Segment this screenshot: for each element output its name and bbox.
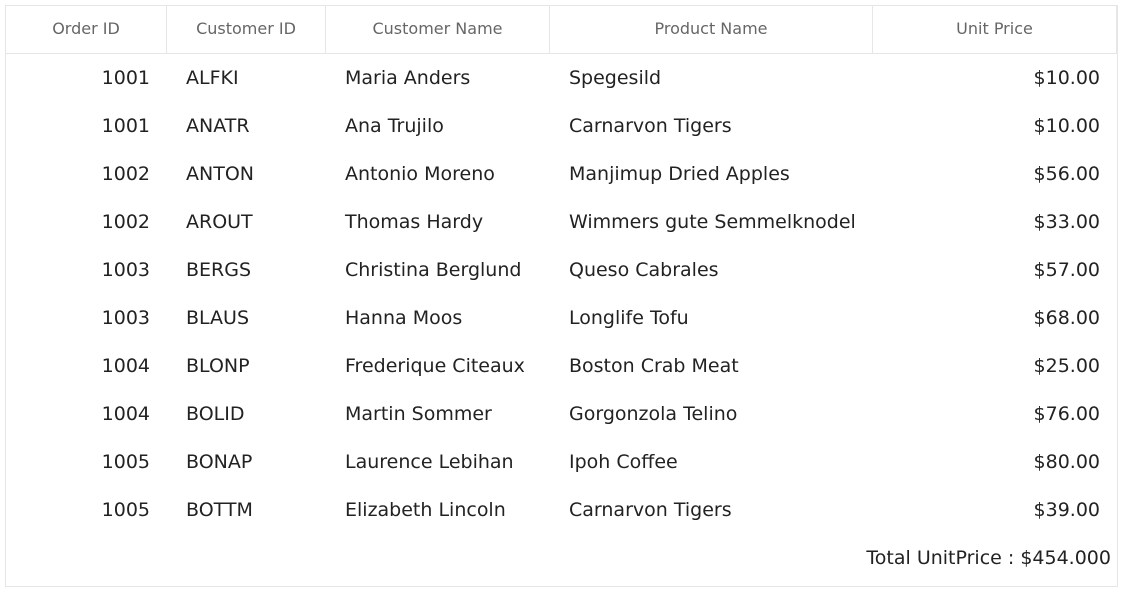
unit-price-cell[interactable]: $68.00 bbox=[873, 294, 1117, 342]
unit-price-cell[interactable]: $39.00 bbox=[873, 486, 1117, 534]
customer-id-cell[interactable]: ALFKI bbox=[167, 54, 326, 102]
grid-header: Order ID Customer ID Customer Name Produ… bbox=[6, 6, 1117, 54]
table-row[interactable]: 1005 BONAP Laurence Lebihan Ipoh Coffee … bbox=[6, 438, 1117, 486]
column-header-product-name[interactable]: Product Name bbox=[550, 6, 873, 53]
product-name-cell[interactable]: Wimmers gute Semmelknodel bbox=[550, 198, 873, 246]
customer-id-cell[interactable]: BLAUS bbox=[167, 294, 326, 342]
column-header-order-id[interactable]: Order ID bbox=[6, 6, 167, 53]
table-row[interactable]: 1002 ANTON Antonio Moreno Manjimup Dried… bbox=[6, 150, 1117, 198]
customer-name-cell[interactable]: Hanna Moos bbox=[326, 294, 550, 342]
order-id-cell[interactable]: 1005 bbox=[6, 438, 167, 486]
table-row[interactable]: 1003 BLAUS Hanna Moos Longlife Tofu $68.… bbox=[6, 294, 1117, 342]
table-row[interactable]: 1001 ALFKI Maria Anders Spegesild $10.00 bbox=[6, 54, 1117, 102]
grid-body: 1001 ALFKI Maria Anders Spegesild $10.00… bbox=[6, 54, 1117, 534]
unit-price-cell[interactable]: $76.00 bbox=[873, 390, 1117, 438]
order-id-cell[interactable]: 1004 bbox=[6, 342, 167, 390]
customer-name-cell[interactable]: Frederique Citeaux bbox=[326, 342, 550, 390]
product-name-cell[interactable]: Manjimup Dried Apples bbox=[550, 150, 873, 198]
order-id-cell[interactable]: 1002 bbox=[6, 198, 167, 246]
customer-name-cell[interactable]: Christina Berglund bbox=[326, 246, 550, 294]
order-id-cell[interactable]: 1001 bbox=[6, 54, 167, 102]
order-id-cell[interactable]: 1003 bbox=[6, 246, 167, 294]
customer-name-cell[interactable]: Laurence Lebihan bbox=[326, 438, 550, 486]
customer-id-cell[interactable]: BOLID bbox=[167, 390, 326, 438]
customer-name-cell[interactable]: Elizabeth Lincoln bbox=[326, 486, 550, 534]
product-name-cell[interactable]: Ipoh Coffee bbox=[550, 438, 873, 486]
unit-price-cell[interactable]: $33.00 bbox=[873, 198, 1117, 246]
customer-id-cell[interactable]: ANATR bbox=[167, 102, 326, 150]
unit-price-cell[interactable]: $10.00 bbox=[873, 54, 1117, 102]
customer-id-cell[interactable]: BONAP bbox=[167, 438, 326, 486]
order-id-cell[interactable]: 1002 bbox=[6, 150, 167, 198]
product-name-cell[interactable]: Longlife Tofu bbox=[550, 294, 873, 342]
table-row[interactable]: 1003 BERGS Christina Berglund Queso Cabr… bbox=[6, 246, 1117, 294]
product-name-cell[interactable]: Boston Crab Meat bbox=[550, 342, 873, 390]
customer-id-cell[interactable]: BERGS bbox=[167, 246, 326, 294]
data-grid: Order ID Customer ID Customer Name Produ… bbox=[5, 5, 1118, 587]
customer-id-cell[interactable]: ANTON bbox=[167, 150, 326, 198]
customer-id-cell[interactable]: BLONP bbox=[167, 342, 326, 390]
customer-name-cell[interactable]: Maria Anders bbox=[326, 54, 550, 102]
product-name-cell[interactable]: Carnarvon Tigers bbox=[550, 486, 873, 534]
table-row[interactable]: 1004 BLONP Frederique Citeaux Boston Cra… bbox=[6, 342, 1117, 390]
unit-price-cell[interactable]: $57.00 bbox=[873, 246, 1117, 294]
column-header-customer-id[interactable]: Customer ID bbox=[167, 6, 326, 53]
unit-price-cell[interactable]: $10.00 bbox=[873, 102, 1117, 150]
column-header-unit-price[interactable]: Unit Price bbox=[873, 6, 1117, 53]
unit-price-cell[interactable]: $80.00 bbox=[873, 438, 1117, 486]
order-id-cell[interactable]: 1004 bbox=[6, 390, 167, 438]
customer-id-cell[interactable]: AROUT bbox=[167, 198, 326, 246]
total-unit-price-summary: Total UnitPrice : $454.000 bbox=[866, 547, 1111, 569]
product-name-cell[interactable]: Spegesild bbox=[550, 54, 873, 102]
order-id-cell[interactable]: 1001 bbox=[6, 102, 167, 150]
table-row[interactable]: 1005 BOTTM Elizabeth Lincoln Carnarvon T… bbox=[6, 486, 1117, 534]
table-row[interactable]: 1002 AROUT Thomas Hardy Wimmers gute Sem… bbox=[6, 198, 1117, 246]
table-row[interactable]: 1004 BOLID Martin Sommer Gorgonzola Teli… bbox=[6, 390, 1117, 438]
unit-price-cell[interactable]: $25.00 bbox=[873, 342, 1117, 390]
customer-name-cell[interactable]: Ana Trujilo bbox=[326, 102, 550, 150]
order-id-cell[interactable]: 1005 bbox=[6, 486, 167, 534]
customer-name-cell[interactable]: Martin Sommer bbox=[326, 390, 550, 438]
table-row[interactable]: 1001 ANATR Ana Trujilo Carnarvon Tigers … bbox=[6, 102, 1117, 150]
customer-id-cell[interactable]: BOTTM bbox=[167, 486, 326, 534]
unit-price-cell[interactable]: $56.00 bbox=[873, 150, 1117, 198]
customer-name-cell[interactable]: Thomas Hardy bbox=[326, 198, 550, 246]
product-name-cell[interactable]: Carnarvon Tigers bbox=[550, 102, 873, 150]
order-id-cell[interactable]: 1003 bbox=[6, 294, 167, 342]
column-header-customer-name[interactable]: Customer Name bbox=[326, 6, 550, 53]
product-name-cell[interactable]: Queso Cabrales bbox=[550, 246, 873, 294]
product-name-cell[interactable]: Gorgonzola Telino bbox=[550, 390, 873, 438]
customer-name-cell[interactable]: Antonio Moreno bbox=[326, 150, 550, 198]
